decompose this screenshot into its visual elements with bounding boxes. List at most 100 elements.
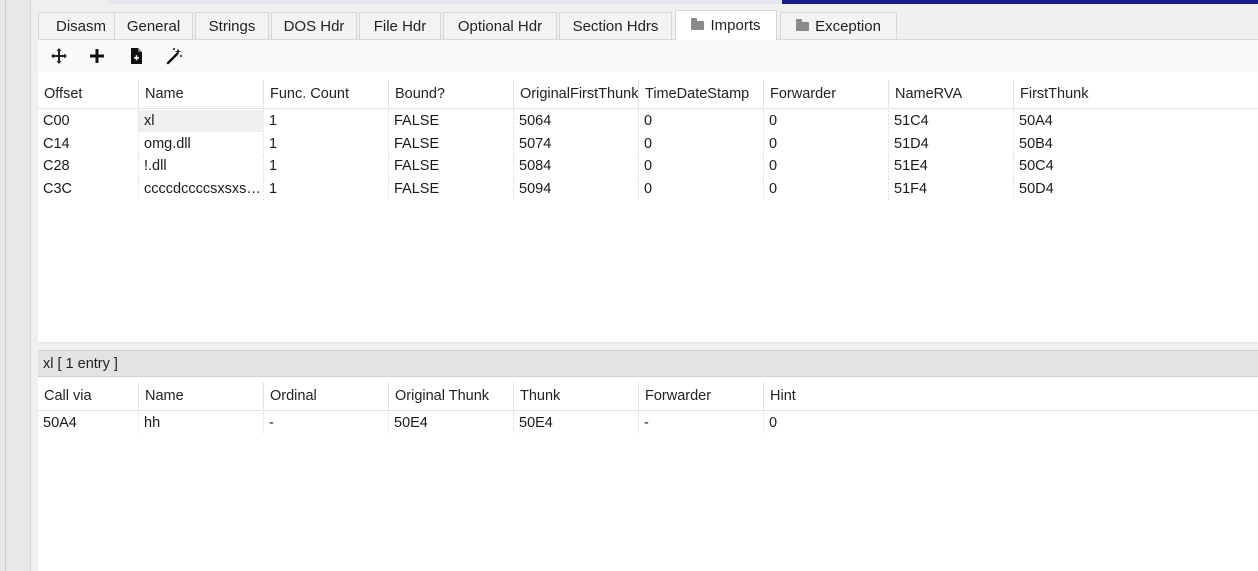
col-ordinal[interactable]: Ordinal (263, 382, 388, 410)
tab-label: Optional Hdr (457, 18, 543, 35)
tab-section-hdrs[interactable]: Section Hdrs (559, 12, 672, 39)
col-func-count[interactable]: Func. Count (263, 80, 388, 108)
save-file-button[interactable] (124, 44, 148, 68)
left-gutter (0, 0, 31, 571)
cell-first-thunk: 50A4 (1013, 110, 1258, 132)
cell-original-first-thunk: 5094 (513, 178, 638, 200)
cell-first-thunk: 50C4 (1013, 155, 1258, 177)
cell-name-rva: 51F4 (888, 178, 1013, 200)
tab-file-hdr[interactable]: File Hdr (359, 12, 441, 39)
col-offset[interactable]: Offset (38, 80, 138, 108)
cell-bound: FALSE (388, 110, 513, 132)
col-name-rva[interactable]: NameRVA (888, 80, 1013, 108)
tab-label: Section Hdrs (572, 18, 659, 35)
tab-label: Strings (208, 18, 256, 35)
col-forwarder[interactable]: Forwarder (638, 382, 763, 410)
col-forwarder[interactable]: Forwarder (763, 80, 888, 108)
cell-name: xl (138, 110, 263, 132)
cell-name-rva: 51D4 (888, 133, 1013, 155)
cell-first-thunk: 50B4 (1013, 133, 1258, 155)
cell-ordinal: - (263, 412, 388, 434)
tab-general[interactable]: General (114, 12, 193, 39)
cell-offset: C14 (43, 136, 70, 152)
functions-table-header: Call via Name Ordinal Original Thunk Thu… (38, 382, 1258, 411)
cell-original-first-thunk: 5074 (513, 133, 638, 155)
cell-bound: FALSE (388, 155, 513, 177)
cell-forwarder: 0 (763, 110, 888, 132)
table-row[interactable]: C14 omg.dll 1 FALSE 5074 0 0 51D4 50B4 (38, 133, 1258, 155)
cell-func-count: 1 (263, 110, 388, 132)
col-name[interactable]: Name (138, 382, 263, 410)
tab-disasm[interactable]: Disasm (38, 12, 124, 39)
tab-label: Disasm (55, 18, 106, 35)
tab-label: Exception (815, 18, 881, 35)
tab-label: DOS Hdr (283, 18, 345, 35)
magic-wand-icon (166, 48, 182, 65)
cell-forwarder: 0 (763, 178, 888, 200)
top-strip-light (108, 0, 808, 4)
tab-optional-hdr[interactable]: Optional Hdr (443, 12, 557, 39)
functions-table: Call via Name Ordinal Original Thunk Thu… (38, 382, 1258, 571)
add-button[interactable] (85, 44, 109, 68)
folder-icon (796, 19, 810, 31)
main-panel: Disasm General Strings DOS Hdr File Hdr … (38, 5, 1258, 571)
cell-time-date-stamp: 0 (638, 133, 763, 155)
magic-wand-button[interactable] (162, 44, 186, 68)
cell-original-first-thunk: 5064 (513, 110, 638, 132)
top-strip-accent (782, 0, 1258, 4)
cell-name: omg.dll (138, 133, 263, 155)
tab-label: File Hdr (373, 18, 427, 35)
cell-offset: C3C (43, 181, 73, 197)
move-icon (51, 48, 67, 64)
cell-name: !.dll (138, 155, 263, 177)
tab-strings[interactable]: Strings (195, 12, 269, 39)
cell-name-rva: 51E4 (888, 155, 1013, 177)
table-row[interactable]: 50A4 hh - 50E4 50E4 - 0 (38, 412, 1258, 434)
col-thunk[interactable]: Thunk (513, 382, 638, 410)
gutter-line (5, 0, 6, 571)
cell-forwarder: - (638, 412, 763, 434)
folder-icon (691, 18, 705, 30)
cell-call-via: 50A4 (43, 415, 77, 431)
cell-offset: C00 (43, 113, 70, 129)
col-original-thunk[interactable]: Original Thunk (388, 382, 513, 410)
tab-exception[interactable]: Exception (780, 12, 897, 39)
tab-bar: Disasm General Strings DOS Hdr File Hdr … (38, 5, 1258, 40)
cell-forwarder: 0 (763, 155, 888, 177)
cell-name: ccccdccccsxsxsx... (138, 178, 263, 200)
cell-bound: FALSE (388, 178, 513, 200)
cell-time-date-stamp: 0 (638, 110, 763, 132)
col-first-thunk[interactable]: FirstThunk (1013, 80, 1258, 108)
cell-name: hh (138, 412, 263, 434)
cell-original-thunk: 50E4 (388, 412, 513, 434)
tab-label: General (126, 18, 181, 35)
col-time-date-stamp[interactable]: TimeDateStamp (638, 80, 763, 108)
cell-time-date-stamp: 0 (638, 155, 763, 177)
tab-label: Imports (710, 17, 761, 34)
cell-original-first-thunk: 5084 (513, 155, 638, 177)
detail-header: xl [ 1 entry ] (38, 350, 1258, 377)
save-file-icon (131, 48, 142, 64)
tab-dos-hdr[interactable]: DOS Hdr (271, 12, 357, 39)
col-name[interactable]: Name (138, 80, 263, 108)
col-hint[interactable]: Hint (763, 382, 1258, 410)
add-icon (90, 49, 104, 63)
cell-name-rva: 51C4 (888, 110, 1013, 132)
table-row[interactable]: C00 xl 1 FALSE 5064 0 0 51C4 50A4 (38, 110, 1258, 132)
col-bound[interactable]: Bound? (388, 80, 513, 108)
table-row[interactable]: C3C ccccdccccsxsxsx... 1 FALSE 5094 0 0 … (38, 178, 1258, 200)
cell-thunk: 50E4 (513, 412, 638, 434)
imports-table-header: Offset Name Func. Count Bound? OriginalF… (38, 80, 1258, 109)
col-original-first-thunk[interactable]: OriginalFirstThunk (513, 80, 638, 108)
cell-offset: C28 (43, 158, 70, 174)
cell-func-count: 1 (263, 178, 388, 200)
move-button[interactable] (47, 44, 71, 68)
cell-bound: FALSE (388, 133, 513, 155)
cell-forwarder: 0 (763, 133, 888, 155)
cell-func-count: 1 (263, 133, 388, 155)
imports-table: Offset Name Func. Count Bound? OriginalF… (38, 80, 1258, 342)
tab-imports[interactable]: Imports (675, 10, 777, 40)
col-call-via[interactable]: Call via (38, 382, 138, 410)
table-row[interactable]: C28 !.dll 1 FALSE 5084 0 0 51E4 50C4 (38, 155, 1258, 177)
cell-hint: 0 (763, 412, 1258, 434)
